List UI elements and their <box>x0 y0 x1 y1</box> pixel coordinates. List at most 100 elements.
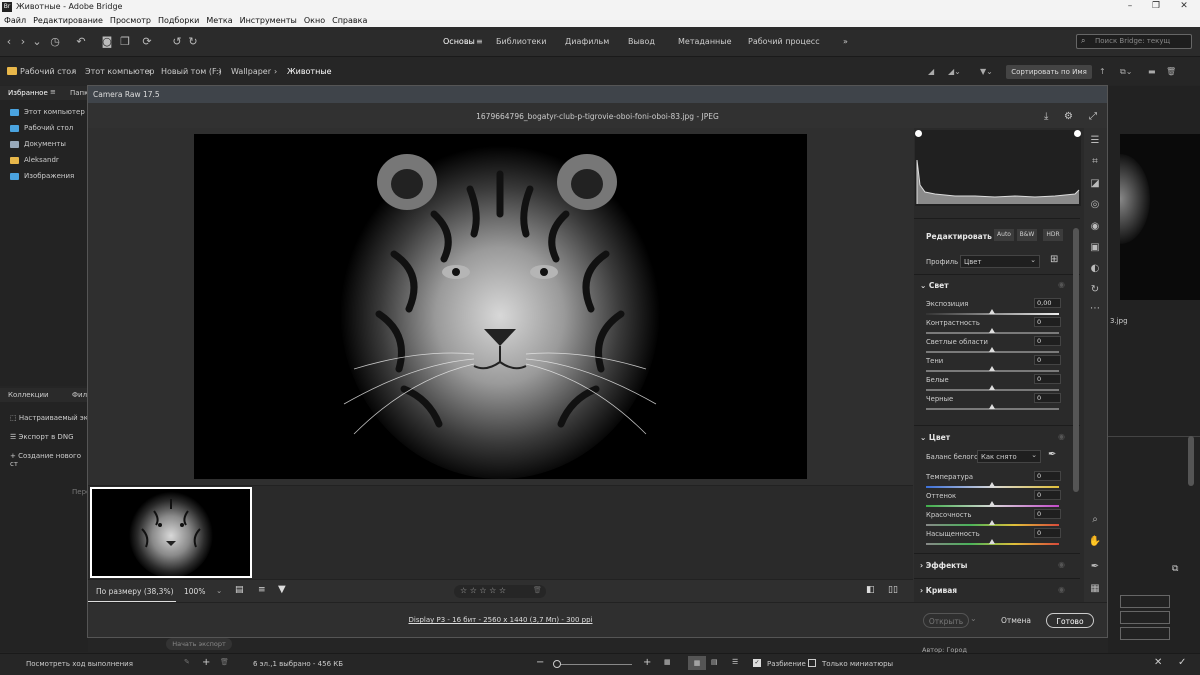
path-desktop[interactable]: Рабочий стол <box>20 67 76 76</box>
temperature-handle[interactable] <box>989 482 995 487</box>
tab-favorites[interactable]: Избранное <box>8 89 48 97</box>
fullscreen-icon[interactable]: ⤢ <box>1089 103 1097 131</box>
workspace-menu-icon[interactable]: ≡ <box>476 37 483 46</box>
curve-section-header[interactable]: › Кривая <box>920 586 957 595</box>
tint-handle[interactable] <box>989 501 995 506</box>
new-folder-icon[interactable]: ▬ <box>1148 67 1156 76</box>
favorite-computer[interactable]: Этот компьютер <box>10 108 85 116</box>
path-wallpaper[interactable]: Wallpaper <box>231 67 271 76</box>
metadata-field[interactable] <box>1120 627 1170 640</box>
crop-icon[interactable]: ⌗ <box>1088 155 1102 169</box>
forward-icon[interactable]: › <box>16 35 30 49</box>
start-export-button[interactable]: Начать экспорт <box>166 638 232 650</box>
path-animals[interactable]: Животные <box>287 67 332 76</box>
open-link-icon[interactable]: ⧉ <box>1172 564 1178 574</box>
effects-section-header[interactable]: › Эффекты <box>920 561 967 570</box>
slider-handle[interactable] <box>553 660 561 668</box>
contrast-value[interactable]: 0 <box>1034 317 1061 327</box>
favorite-aleksandr[interactable]: Aleksandr <box>10 156 59 164</box>
thumbs-only-checkbox[interactable] <box>808 659 816 667</box>
sampler-icon[interactable]: ✒ <box>1088 560 1102 574</box>
contrast-handle[interactable] <box>989 328 995 333</box>
favorite-images[interactable]: Изображения <box>10 172 74 180</box>
return-icon[interactable]: ↶ <box>74 35 88 49</box>
toggle-view-icon[interactable]: ◧ <box>866 585 875 595</box>
eyedropper-icon[interactable]: ✒ <box>1048 449 1056 460</box>
filter-icon[interactable]: ▼⌄ <box>980 67 993 76</box>
snapshots-icon[interactable]: ↻ <box>1088 283 1102 297</box>
tab-folders[interactable]: Папк <box>70 89 88 97</box>
zoom-in-icon[interactable]: + <box>643 657 651 668</box>
light-section-header[interactable]: ⌄ Свет <box>920 281 949 290</box>
tiger-photo[interactable] <box>194 134 807 479</box>
menu-window[interactable]: Окно <box>304 16 325 25</box>
refine-icon[interactable]: ⟳ <box>140 35 154 49</box>
tint-value[interactable]: 0 <box>1034 490 1061 500</box>
menu-edit[interactable]: Редактирование <box>33 16 103 25</box>
whites-handle[interactable] <box>989 385 995 390</box>
menu-file[interactable]: Файл <box>4 16 26 25</box>
tab-workflow[interactable]: Рабочий процесс <box>748 37 820 46</box>
chevron-down-icon[interactable]: ⌄ <box>30 35 44 49</box>
collection-new[interactable]: + Создание нового ст <box>10 452 88 468</box>
masking-icon[interactable]: ◉ <box>1088 220 1102 234</box>
panel-scrollbar[interactable] <box>1073 228 1079 492</box>
copy-icon[interactable]: ❐ <box>118 35 132 49</box>
details-view-icon[interactable]: ▤ <box>711 658 718 666</box>
favorite-desktop[interactable]: Рабочий стол <box>10 124 73 132</box>
blacks-value[interactable]: 0 <box>1034 393 1061 403</box>
metadata-field[interactable] <box>1120 611 1170 624</box>
save-icon[interactable]: ⤓ <box>1044 103 1048 131</box>
menu-collections[interactable]: Подборки <box>158 16 199 25</box>
path-drive[interactable]: Новый том (F:) <box>161 67 222 76</box>
rating-stars[interactable]: ☆ ☆ ☆ ☆ ☆ <box>460 586 506 595</box>
eye-icon[interactable]: ◉ <box>1058 432 1065 441</box>
cancel-button[interactable]: Отмена <box>993 613 1039 628</box>
whites-value[interactable]: 0 <box>1034 374 1061 384</box>
close-window-icon[interactable]: ✕ <box>1170 0 1198 13</box>
metadata-field[interactable] <box>1120 595 1170 608</box>
eraser-icon[interactable]: ◪ <box>1088 177 1102 191</box>
highlights-value[interactable]: 0 <box>1034 336 1061 346</box>
collection-custom[interactable]: ⬚ Настраиваемый эк <box>10 414 88 422</box>
sort-icon[interactable]: ≡ <box>258 585 266 595</box>
before-after-icon[interactable]: ▯▯ <box>888 585 898 595</box>
auto-button[interactable]: Auto <box>994 229 1014 241</box>
search-input[interactable]: ⌕ Поиск Bridge: текущ <box>1076 34 1192 49</box>
open-button[interactable]: Открыть <box>923 613 969 628</box>
tab-collections[interactable]: Коллекции <box>8 391 49 399</box>
profile-browser-icon[interactable]: ⊞ <box>1050 254 1058 265</box>
quality-icon[interactable]: ◢ <box>928 67 934 76</box>
zoom-fit-button[interactable]: По размеру (38,3%) <box>96 587 174 596</box>
highlight-clipping-icon[interactable] <box>1074 130 1081 137</box>
chevron-down-icon[interactable]: ⌄ <box>970 614 977 623</box>
menu-help[interactable]: Справка <box>332 16 367 25</box>
thumbnail-view-icon[interactable]: ▦ <box>688 656 706 670</box>
color-section-header[interactable]: ⌄ Цвет <box>920 433 950 442</box>
path-computer[interactable]: Этот компьютер <box>85 67 154 76</box>
filmstrip-options-icon[interactable]: ▤ <box>235 585 244 595</box>
edit-icon[interactable]: ✎ <box>184 658 190 666</box>
shadows-value[interactable]: 0 <box>1034 355 1061 365</box>
favorite-documents[interactable]: Документы <box>10 140 66 148</box>
thumbnail-size-slider[interactable] <box>556 664 632 665</box>
sort-dropdown[interactable]: Сортировать по Имя <box>1006 65 1092 79</box>
recent-icon[interactable]: ◷ <box>48 35 62 49</box>
camera-icon[interactable]: ◙ <box>100 35 114 49</box>
sort-rating-icon[interactable]: ◢⌄ <box>948 67 961 76</box>
eye-icon[interactable]: ◉ <box>1058 585 1065 594</box>
bw-button[interactable]: B&W <box>1017 229 1037 241</box>
trash-icon[interactable]: 🗑 <box>220 658 229 666</box>
progress-link[interactable]: Посмотреть ход выполнения <box>26 660 133 668</box>
vibrance-handle[interactable] <box>989 520 995 525</box>
gear-icon[interactable]: ⚙ <box>1064 103 1073 131</box>
rotate-right-icon[interactable]: ↻ <box>186 35 200 49</box>
tab-libraries[interactable]: Библиотеки <box>496 37 546 46</box>
profile-select[interactable]: Цвет ⌄ <box>960 255 1040 268</box>
sort-direction-icon[interactable]: ↑ <box>1099 67 1106 76</box>
done-button[interactable]: Готово <box>1046 613 1094 628</box>
grid-lock-icon[interactable]: ▦ <box>664 658 671 666</box>
exposure-value[interactable]: 0,00 <box>1034 298 1061 308</box>
presets-icon[interactable]: ◐ <box>1088 262 1102 276</box>
menu-label[interactable]: Метка <box>206 16 232 25</box>
